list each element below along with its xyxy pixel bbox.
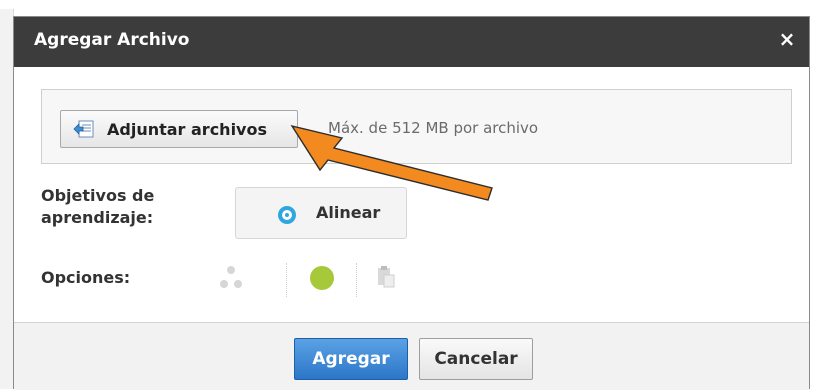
close-icon[interactable]: × — [775, 27, 799, 51]
options-divider — [356, 263, 358, 297]
status-dot-icon[interactable] — [309, 265, 335, 291]
learning-objectives-label-line1: Objetivos de — [41, 186, 155, 205]
dialog-titlebar: Agregar Archivo × — [14, 17, 809, 67]
learning-objectives-label-line2: aprendizaje: — [41, 208, 154, 227]
background-window-edge — [0, 9, 14, 389]
attach-files-button[interactable]: Adjuntar archivos — [60, 110, 298, 148]
attach-files-icon — [73, 120, 94, 138]
annotation-arrow — [290, 124, 493, 201]
options-label: Opciones: — [41, 268, 131, 287]
cancel-button[interactable]: Cancelar — [419, 338, 533, 380]
attach-files-label: Adjuntar archivos — [107, 120, 267, 139]
learning-objectives-label: Objetivos de aprendizaje: — [41, 185, 154, 229]
groups-icon[interactable] — [219, 265, 243, 291]
add-button[interactable]: Agregar — [294, 338, 408, 380]
dialog-title: Agregar Archivo — [34, 30, 190, 50]
clipboard-icon[interactable] — [376, 265, 396, 289]
options-divider — [286, 263, 288, 297]
dialog-footer: Agregar Cancelar — [14, 322, 809, 390]
